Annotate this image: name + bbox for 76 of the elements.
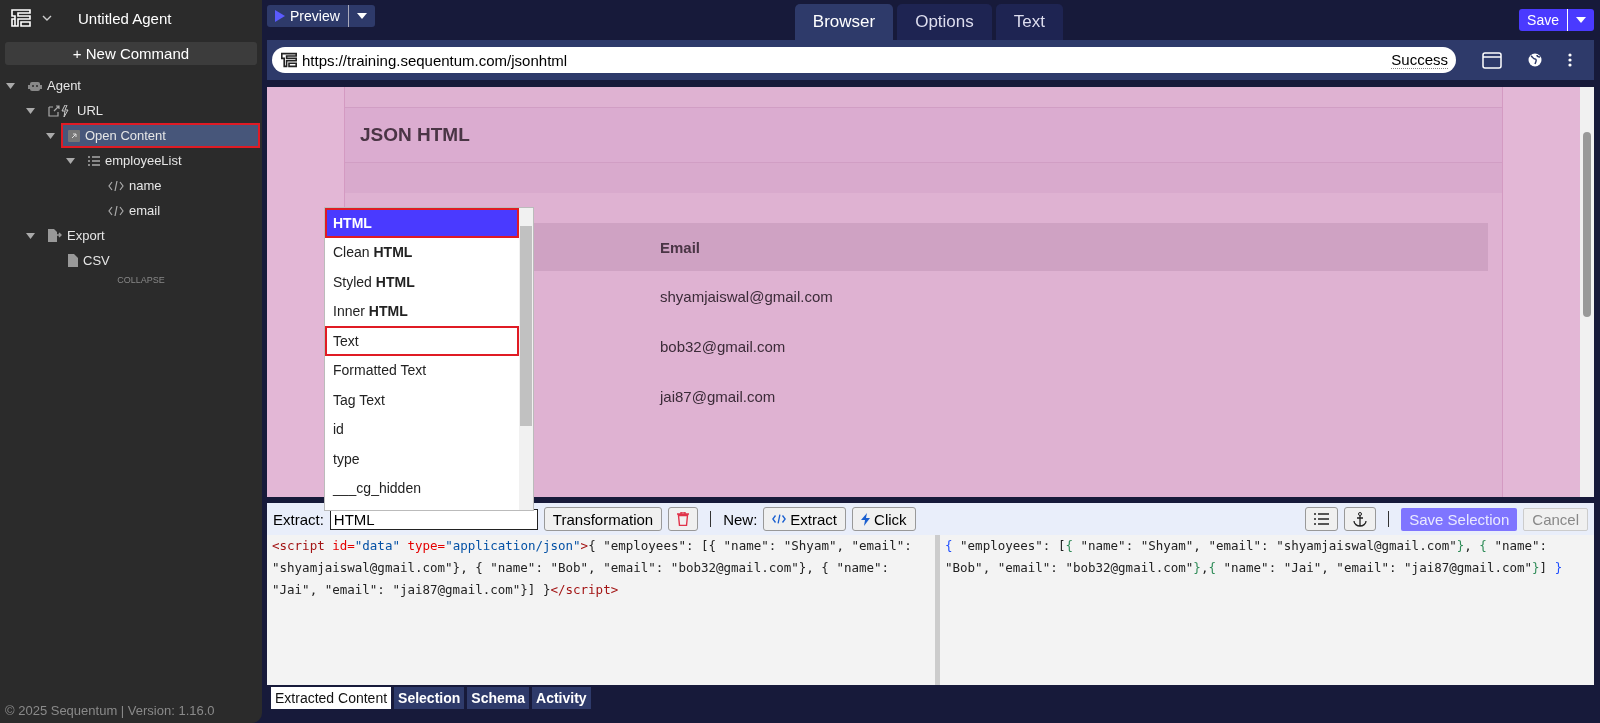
- logo-icon: [280, 52, 298, 68]
- new-command-button[interactable]: + New Command: [5, 42, 257, 65]
- table-cell: shyamjaiswal@gmail.com: [660, 287, 833, 305]
- list-view-button[interactable]: [1305, 507, 1339, 531]
- caret-icon: [356, 12, 367, 19]
- list-icon: [1314, 513, 1330, 525]
- menu-item[interactable]: ___cg_hidden: [325, 473, 519, 503]
- file-export-icon: [48, 229, 62, 242]
- play-icon: [275, 9, 285, 22]
- tree-item[interactable]: CSV: [61, 248, 117, 273]
- click-button[interactable]: Click: [852, 507, 916, 531]
- logo-icon[interactable]: [10, 8, 32, 28]
- expand-caret-icon[interactable]: [46, 132, 55, 139]
- table-cell: jai87@gmail.com: [660, 387, 776, 405]
- menu-item[interactable]: Styled HTML: [325, 267, 519, 297]
- tab[interactable]: Extracted Content: [271, 687, 392, 709]
- tree-item[interactable]: Open Content: [61, 123, 260, 148]
- transformation-button[interactable]: Transformation: [543, 507, 663, 531]
- scrollbar[interactable]: [519, 208, 533, 510]
- anchor-icon: [1353, 511, 1368, 527]
- more-options-icon[interactable]: [1568, 53, 1572, 67]
- tree-item[interactable]: employeeList: [81, 148, 189, 173]
- table-cell: bob32@gmail.com: [660, 337, 786, 355]
- extract-label: Extract:: [273, 510, 324, 528]
- trash-icon: [677, 512, 690, 526]
- tab[interactable]: Selection: [394, 687, 465, 709]
- tree-item[interactable]: Export: [41, 223, 112, 248]
- new-label: New:: [723, 510, 758, 528]
- caret-icon: [1576, 17, 1586, 23]
- address-bar[interactable]: https://training.sequentum.com/jsonhtml Success: [272, 47, 1456, 73]
- tab[interactable]: Browser: [794, 4, 894, 40]
- code-icon: [772, 514, 787, 524]
- code-icon: [108, 205, 124, 216]
- code-icon: [108, 180, 124, 191]
- expand-caret-icon[interactable]: [26, 232, 35, 239]
- extract-button[interactable]: Extract: [763, 507, 847, 531]
- robot-icon: [28, 79, 42, 92]
- version-footer: © 2025 Sequentum | Version: 1.16.0: [0, 703, 262, 723]
- expand-caret-icon[interactable]: [26, 107, 35, 114]
- file-icon: [68, 254, 78, 267]
- page-title: JSON HTML: [360, 124, 470, 146]
- menu-item[interactable]: Inner HTML: [325, 296, 519, 326]
- tree-item[interactable]: Agent: [21, 73, 88, 98]
- globe-icon[interactable]: [1528, 53, 1542, 67]
- menu-item[interactable]: id: [325, 414, 519, 444]
- status-text: Success: [1391, 51, 1448, 69]
- tab[interactable]: Text: [995, 4, 1063, 40]
- url-text: https://training.sequentum.com/jsonhtml: [302, 51, 568, 69]
- agent-name: Untitled Agent: [78, 9, 172, 27]
- delete-button[interactable]: [668, 507, 699, 531]
- menu-item[interactable]: HTML: [325, 208, 519, 238]
- tab[interactable]: Activity: [532, 687, 591, 709]
- tree-item[interactable]: URL: [41, 98, 110, 123]
- tab[interactable]: Options: [897, 4, 992, 40]
- list-icon: [88, 155, 100, 166]
- menu-item[interactable]: Text: [325, 326, 519, 356]
- menu-item[interactable]: type: [325, 444, 519, 474]
- tree-item[interactable]: email: [101, 198, 168, 223]
- lightning-icon: [861, 512, 871, 526]
- collapse-button[interactable]: COLLAPSE: [117, 273, 165, 287]
- window-icon[interactable]: [1482, 51, 1502, 69]
- link-bolt-icon: [48, 104, 72, 117]
- tab[interactable]: Schema: [467, 687, 529, 709]
- menu-item[interactable]: Tag Text: [325, 385, 519, 415]
- source-code-text: <script id="data" type="application/json">{ "employees": [{ "name": "Shyam", "email": "shyamjaiswal@gmail.com"}, { "name": "Bob", "email": "bob32@gmail.com"}, { "name": "Jai", "email": "jai87@gmail.com"}] }</script>: [271, 537, 913, 599]
- expand-caret-icon[interactable]: [6, 82, 15, 89]
- scrollbar[interactable]: [1580, 87, 1594, 497]
- external-link-icon: [68, 129, 80, 142]
- result-code-text: { "employees": [{ "name": "Shyam", "email": "shyamjaiswal@gmail.com"}, { "name": "Bob", "email": "bob32@gmail.com"},{ "name": "Jai", "email": "jai87@gmail.com"}] }: [944, 537, 1564, 577]
- menu-item[interactable]: Clean HTML: [325, 237, 519, 267]
- column-header: Email: [660, 238, 701, 256]
- tree-item[interactable]: name: [101, 173, 169, 198]
- expand-caret-icon[interactable]: [66, 157, 75, 164]
- menu-item[interactable]: Formatted Text: [325, 355, 519, 385]
- anchor-button[interactable]: [1344, 507, 1377, 531]
- chevron-down-icon[interactable]: [42, 14, 52, 22]
